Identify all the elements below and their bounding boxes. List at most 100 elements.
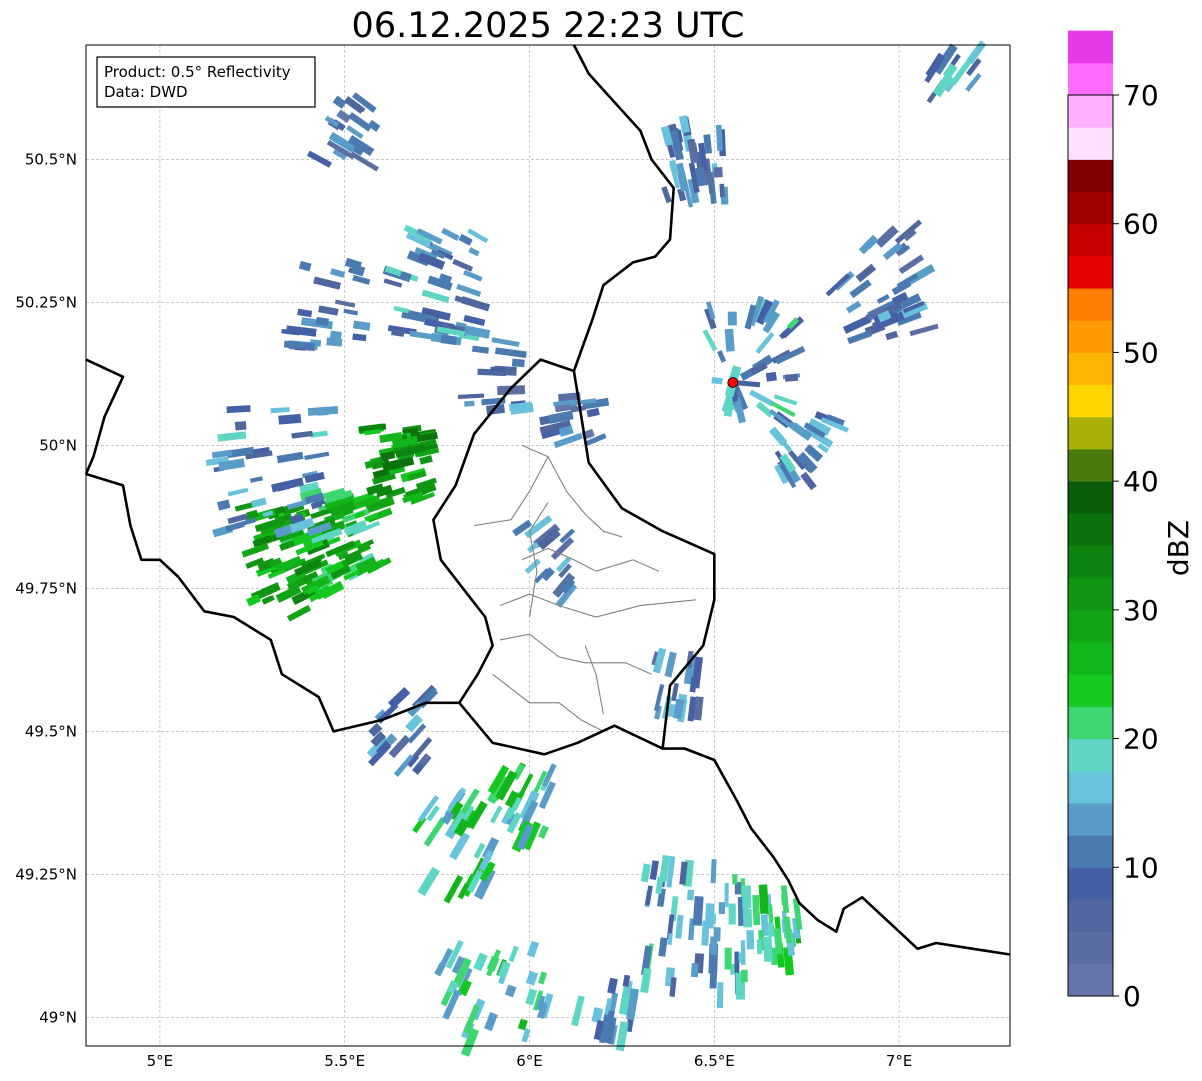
y-tick-label: 49.5°N bbox=[25, 722, 77, 740]
echo-cell bbox=[743, 908, 753, 928]
echo-cell bbox=[756, 939, 763, 955]
colorbar-tick-label: 10 bbox=[1123, 851, 1159, 884]
y-axis-ticks: 49°N 49.25°N 49.5°N 49.75°N 50°N 50.25°N 50.5°… bbox=[15, 150, 77, 1026]
colorbar-cell bbox=[1068, 288, 1113, 321]
echo-cell bbox=[719, 183, 725, 198]
echo-cell bbox=[511, 358, 525, 368]
colorbar-label: dBZ bbox=[1162, 520, 1195, 576]
colorbar-cell bbox=[1068, 223, 1113, 257]
colorbar-cell bbox=[1068, 835, 1113, 868]
y-tick-label: 49°N bbox=[39, 1008, 77, 1026]
radar-site-marker bbox=[727, 377, 739, 388]
colorbar-cell bbox=[1068, 384, 1113, 418]
info-box-product: Product: 0.5° Reflectivity bbox=[104, 63, 291, 81]
colorbar-tick-label: 50 bbox=[1123, 336, 1159, 369]
colorbar-cell bbox=[1068, 899, 1113, 933]
map-area bbox=[84, 40, 1011, 1057]
echo-cell bbox=[278, 413, 302, 425]
x-axis-ticks: 5°E 5.5°E 6°E 6.5°E 7°E bbox=[147, 1052, 913, 1070]
echo-cell bbox=[686, 889, 695, 901]
colorbar-cell bbox=[1068, 352, 1113, 386]
echo-cell bbox=[690, 963, 699, 978]
echo-cell bbox=[740, 940, 746, 966]
radar-map-figure: 06.12.2025 22:23 UTC 5°E 5.5°E 6°E 6.5°E 7°E… bbox=[15, 6, 1195, 1070]
colorbar-cell bbox=[1068, 545, 1113, 579]
x-tick-label: 6.5°E bbox=[694, 1052, 735, 1070]
echo-cell bbox=[701, 920, 710, 946]
echo-cell bbox=[316, 406, 329, 416]
echo-cell bbox=[724, 882, 729, 908]
echo-cell bbox=[740, 969, 748, 983]
echo-cell bbox=[781, 894, 789, 906]
echo-cell bbox=[716, 982, 724, 1009]
colorbar: 0 10 20 30 40 50 60 70 dBZ bbox=[1067, 30, 1195, 1013]
colorbar-cell bbox=[1068, 62, 1113, 96]
info-box: Product: 0.5° Reflectivity Data: DWD bbox=[96, 56, 316, 108]
colorbar-tick-label: 70 bbox=[1123, 79, 1159, 112]
echo-cell bbox=[226, 405, 251, 414]
colorbar-cell bbox=[1068, 674, 1113, 707]
echo-cell bbox=[727, 311, 737, 326]
echo-cell bbox=[711, 376, 723, 385]
echo-cell bbox=[784, 373, 799, 382]
echo-cell bbox=[728, 903, 736, 925]
echo-cell bbox=[746, 929, 755, 950]
echo-cell bbox=[762, 936, 774, 962]
colorbar-cell bbox=[1068, 642, 1113, 675]
echo-cell bbox=[741, 885, 752, 909]
echo-cell bbox=[464, 400, 475, 407]
echo-cell bbox=[767, 922, 775, 937]
colorbar-cell bbox=[1068, 416, 1113, 450]
colorbar-tick-label: 60 bbox=[1123, 208, 1159, 241]
colorbar-cell bbox=[1068, 255, 1113, 289]
echo-cell bbox=[709, 961, 718, 989]
echo-cell bbox=[329, 330, 342, 341]
echo-cell bbox=[234, 421, 247, 431]
echo-cell bbox=[758, 884, 769, 914]
colorbar-cell bbox=[1068, 191, 1113, 225]
y-tick-label: 50°N bbox=[39, 436, 77, 454]
colorbar-cell bbox=[1068, 30, 1113, 64]
y-tick-label: 49.75°N bbox=[15, 579, 77, 597]
colorbar-cell bbox=[1068, 95, 1113, 128]
colorbar-tick-label: 20 bbox=[1123, 723, 1159, 756]
echo-cell bbox=[718, 902, 726, 915]
y-tick-label: 49.25°N bbox=[15, 865, 77, 883]
colorbar-cell bbox=[1068, 706, 1113, 740]
colorbar-cell bbox=[1068, 577, 1113, 611]
colorbar-ticks: 0 10 20 30 40 50 60 70 bbox=[1113, 79, 1159, 1013]
colorbar-cell bbox=[1068, 963, 1113, 997]
colorbar-cells bbox=[1068, 30, 1113, 997]
colorbar-cell bbox=[1068, 481, 1113, 514]
echo-cell bbox=[713, 927, 721, 942]
colorbar-cell bbox=[1068, 609, 1113, 643]
info-box-source: Data: DWD bbox=[104, 83, 188, 101]
echo-cell bbox=[710, 858, 717, 884]
x-tick-label: 5.5°E bbox=[324, 1052, 365, 1070]
x-tick-label: 7°E bbox=[886, 1052, 913, 1070]
colorbar-cell bbox=[1068, 738, 1113, 772]
y-tick-label: 50.25°N bbox=[15, 293, 77, 311]
echo-cell bbox=[713, 166, 723, 178]
colorbar-cell bbox=[1068, 127, 1113, 160]
colorbar-cell bbox=[1068, 770, 1113, 804]
colorbar-cell bbox=[1068, 931, 1113, 965]
colorbar-tick-label: 40 bbox=[1123, 465, 1159, 498]
echo-cell bbox=[724, 947, 732, 970]
colorbar-cell bbox=[1068, 867, 1113, 900]
echo-cell bbox=[752, 894, 761, 926]
x-tick-label: 6°E bbox=[516, 1052, 543, 1070]
y-tick-label: 50.5°N bbox=[25, 150, 77, 168]
colorbar-cell bbox=[1068, 159, 1113, 193]
colorbar-tick-label: 0 bbox=[1123, 980, 1141, 1013]
echo-cell bbox=[732, 874, 738, 885]
colorbar-cell bbox=[1068, 513, 1113, 546]
colorbar-cell bbox=[1068, 448, 1113, 482]
map-title: 06.12.2025 22:23 UTC bbox=[352, 6, 745, 46]
colorbar-cell bbox=[1068, 802, 1113, 836]
colorbar-cell bbox=[1068, 320, 1113, 353]
x-tick-label: 5°E bbox=[147, 1052, 174, 1070]
colorbar-tick-label: 30 bbox=[1123, 594, 1159, 627]
echo-cell bbox=[765, 371, 777, 382]
echo-cell bbox=[724, 328, 735, 352]
